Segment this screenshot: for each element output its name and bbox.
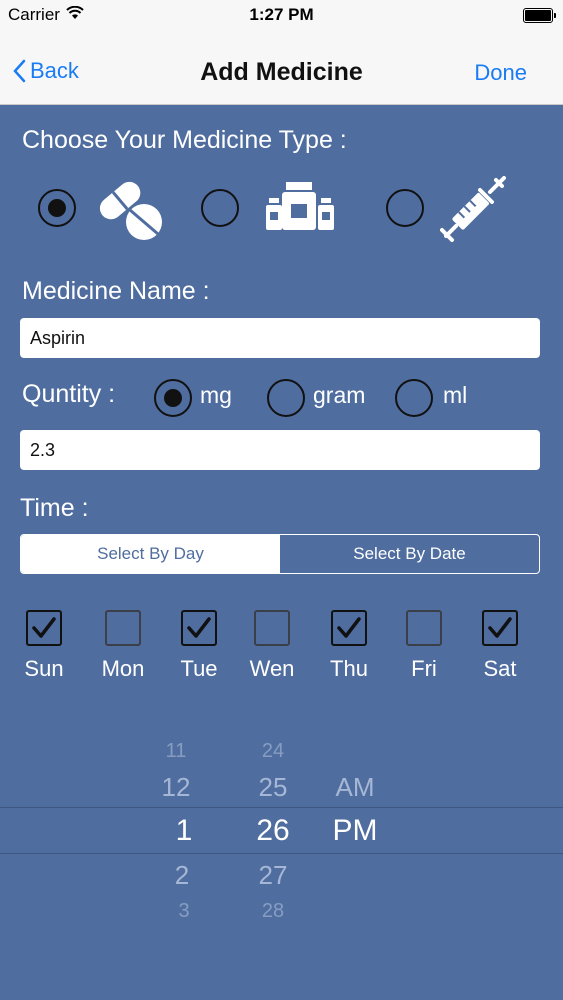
day-checkbox[interactable] bbox=[482, 610, 518, 646]
checkmark-icon bbox=[187, 617, 211, 638]
day-checkbox[interactable] bbox=[254, 610, 290, 646]
day-sat: Sat bbox=[470, 610, 530, 682]
picker-selection-top-line bbox=[0, 807, 563, 808]
day-tue: Tue bbox=[169, 610, 229, 682]
hour-option: 11 bbox=[165, 740, 187, 762]
syringe-icon bbox=[440, 176, 506, 242]
checkmark-icon bbox=[337, 617, 361, 638]
status-bar: Carrier 1:27 PM bbox=[0, 0, 563, 30]
battery-icon bbox=[523, 8, 556, 23]
medicine-type-label: Choose Your Medicine Type : bbox=[22, 126, 347, 154]
minute-selected: 26 bbox=[256, 814, 290, 847]
medicine-name-input[interactable] bbox=[20, 318, 540, 358]
day-label: Fri bbox=[411, 656, 437, 681]
segment-select-by-date[interactable]: Select By Date bbox=[280, 535, 539, 573]
pills-icon bbox=[99, 181, 162, 240]
medicine-name-label: Medicine Name : bbox=[22, 277, 210, 305]
day-fri: Fri bbox=[394, 610, 454, 682]
day-mon: Mon bbox=[93, 610, 153, 682]
day-wen: Wen bbox=[242, 610, 302, 682]
quantity-label: Quntity : bbox=[22, 380, 116, 408]
unit-ml-label: ml bbox=[443, 382, 468, 408]
checkmark-icon bbox=[488, 617, 512, 638]
navigation-bar: Back Add Medicine Done bbox=[0, 30, 563, 105]
status-time: 1:27 PM bbox=[249, 5, 314, 24]
day-label: Tue bbox=[180, 656, 218, 681]
day-label: Sat bbox=[483, 656, 517, 681]
minute-option: 25 bbox=[258, 772, 288, 802]
day-checkbox[interactable] bbox=[181, 610, 217, 646]
day-checkbox[interactable] bbox=[105, 610, 141, 646]
unit-mg-label: mg bbox=[200, 382, 232, 408]
done-button[interactable]: Done bbox=[474, 60, 527, 86]
day-checkbox[interactable] bbox=[406, 610, 442, 646]
minute-option: 24 bbox=[261, 740, 285, 762]
unit-gram-label: gram bbox=[313, 382, 366, 408]
day-checkbox[interactable] bbox=[331, 610, 367, 646]
radio-ml[interactable] bbox=[395, 379, 433, 417]
segment-select-by-day[interactable]: Select By Day bbox=[21, 535, 280, 573]
radio-mg[interactable] bbox=[154, 379, 192, 417]
radio-pills[interactable] bbox=[38, 189, 76, 227]
time-mode-segmented-control: Select By Day Select By Date bbox=[20, 534, 540, 574]
checkmark-icon bbox=[32, 617, 56, 638]
ampm-option: AM bbox=[335, 772, 375, 802]
time-label: Time : bbox=[20, 494, 89, 522]
day-label: Sun bbox=[24, 656, 64, 681]
quantity-input[interactable] bbox=[20, 430, 540, 470]
hour-selected: 1 bbox=[175, 814, 193, 847]
day-label: Thu bbox=[330, 656, 368, 681]
minute-option: 28 bbox=[261, 900, 285, 922]
picker-selection-bottom-line bbox=[0, 853, 563, 854]
minute-option: 27 bbox=[258, 860, 288, 890]
radio-bottles[interactable] bbox=[201, 189, 239, 227]
hour-option: 2 bbox=[174, 860, 190, 890]
ampm-selected: PM bbox=[332, 814, 378, 847]
day-thu: Thu bbox=[319, 610, 379, 682]
day-sun: Sun bbox=[14, 610, 74, 682]
hour-option: 3 bbox=[178, 900, 190, 922]
bottles-icon bbox=[266, 182, 334, 230]
radio-gram[interactable] bbox=[267, 379, 305, 417]
day-label: Mon bbox=[101, 656, 145, 681]
hour-option: 12 bbox=[161, 772, 191, 802]
radio-syringe[interactable] bbox=[386, 189, 424, 227]
day-label: Wen bbox=[249, 656, 295, 681]
day-checkbox[interactable] bbox=[26, 610, 62, 646]
